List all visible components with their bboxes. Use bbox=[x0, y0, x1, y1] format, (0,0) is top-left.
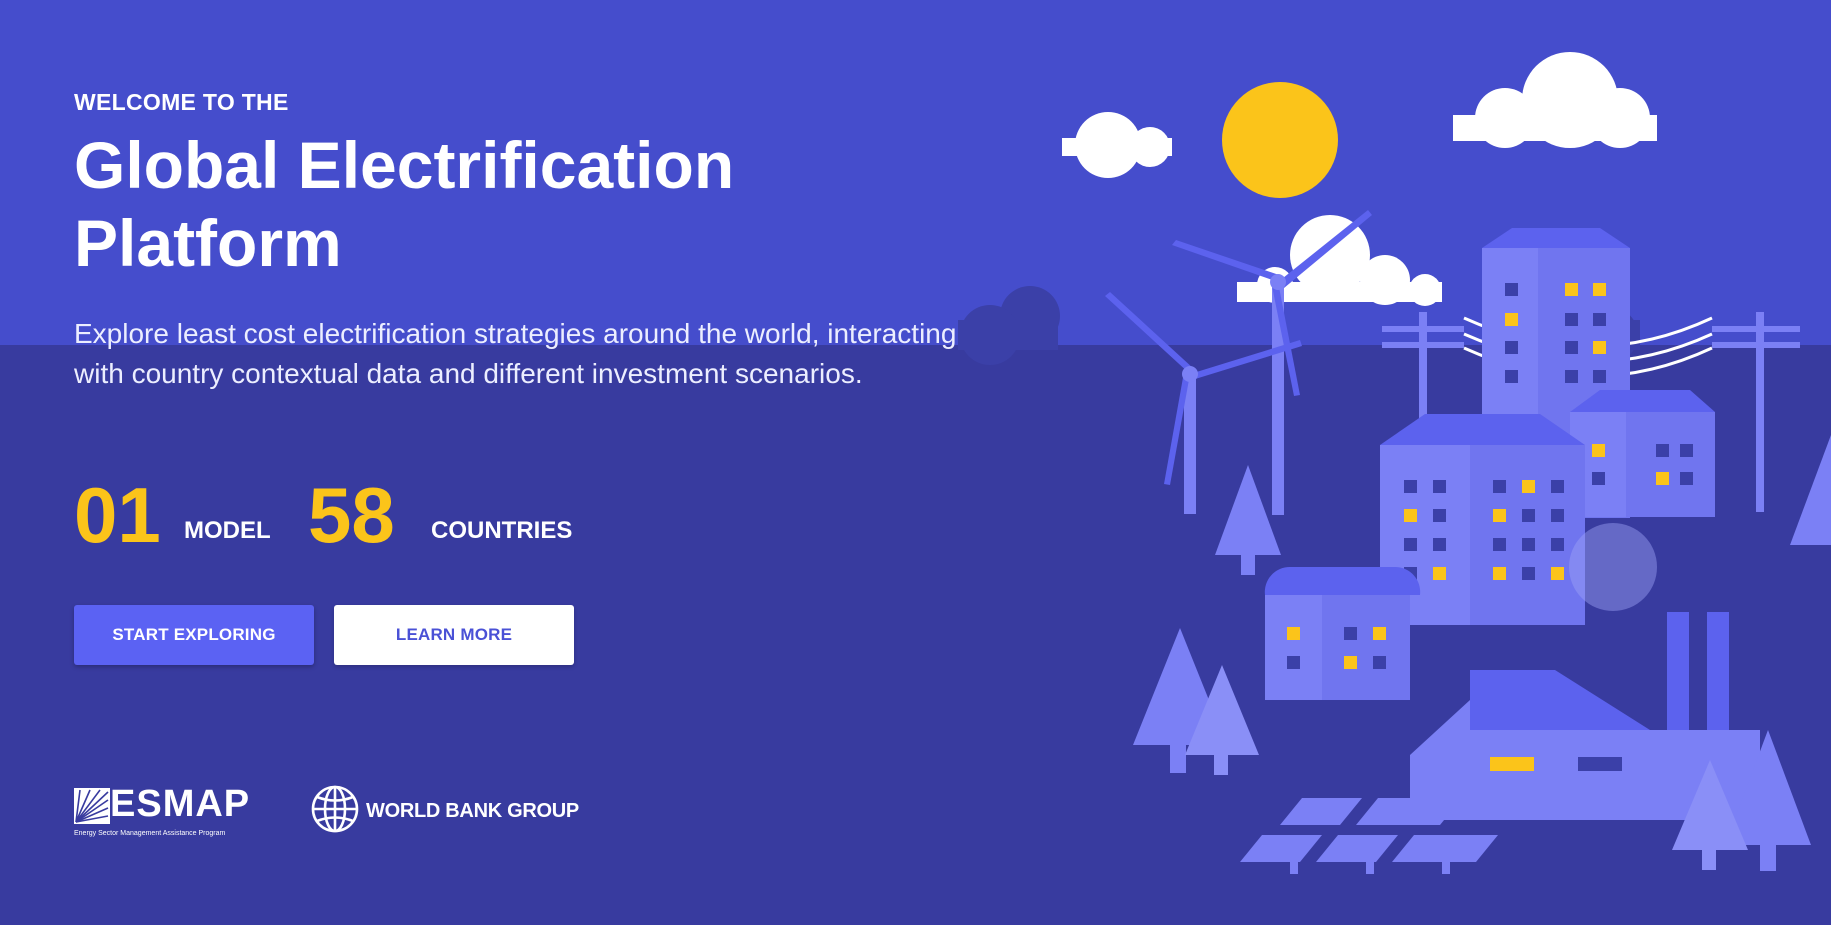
front-building bbox=[1264, 566, 1421, 700]
stat-model-label: MODEL bbox=[184, 517, 271, 544]
tree-icon bbox=[1215, 465, 1281, 575]
cloud-icon bbox=[1062, 112, 1172, 178]
esmap-wordmark: ESMAP bbox=[110, 783, 251, 825]
learn-more-button[interactable]: LEARN MORE bbox=[334, 605, 574, 665]
stats-row: 01 MODEL 58 COUNTRIES bbox=[74, 470, 774, 560]
world-bank-logo[interactable]: WORLD BANK GROUP bbox=[310, 784, 579, 839]
page-title: Global Electrification Platform bbox=[74, 126, 974, 282]
cloud-icon bbox=[1237, 215, 1442, 306]
esmap-subtitle: Energy Sector Management Assistance Prog… bbox=[74, 830, 226, 837]
stat-countries-label: COUNTRIES bbox=[431, 517, 573, 544]
tree-icon bbox=[1790, 435, 1831, 545]
world-bank-wordmark: WORLD BANK GROUP bbox=[366, 800, 579, 822]
small-building bbox=[1570, 390, 1715, 517]
title-line-1: Global Electrification bbox=[74, 128, 735, 202]
stat-model-value: 01 bbox=[74, 471, 161, 559]
title-line-2: Platform bbox=[74, 206, 342, 280]
cloud-icon bbox=[1453, 52, 1657, 148]
esmap-sunburst-icon bbox=[74, 788, 110, 824]
hero-eyebrow: WELCOME TO THE bbox=[74, 89, 289, 115]
partner-logos: ESMAP Energy Sector Management Assistanc… bbox=[74, 780, 634, 840]
sun-icon bbox=[1222, 82, 1338, 198]
start-exploring-button[interactable]: START EXPLORING bbox=[74, 605, 314, 665]
stat-countries-value: 58 bbox=[308, 471, 395, 559]
globe-icon bbox=[311, 785, 359, 833]
hero-description: Explore least cost electrification strat… bbox=[74, 318, 957, 389]
